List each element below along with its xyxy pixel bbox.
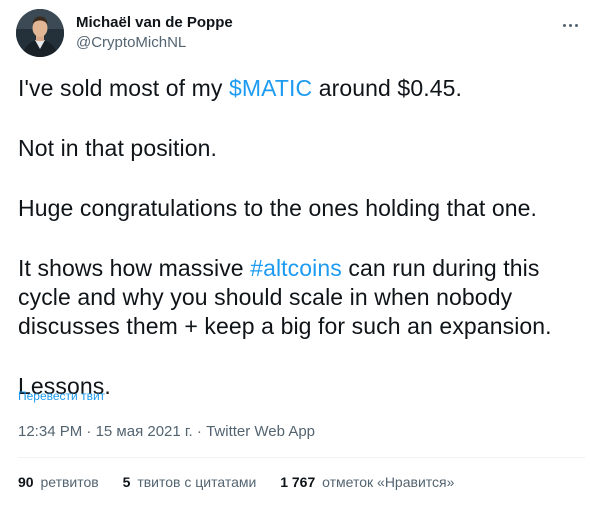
tweet-paragraph-1: I've sold most of my $MATIC around $0.45… bbox=[18, 74, 588, 103]
author-display-name[interactable]: Michaël van de Poppe bbox=[76, 13, 233, 33]
retweets-label: ретвитов bbox=[40, 474, 99, 490]
retweets-stat[interactable]: 90 ретвитов bbox=[18, 472, 99, 492]
tweet-text-segment: I've sold most of my bbox=[18, 75, 229, 101]
likes-stat[interactable]: 1 767 отметок «Нравится» bbox=[280, 472, 454, 492]
tweet-paragraph-3: Huge congratulations to the ones holding… bbox=[18, 195, 538, 221]
tweet-stats: 90 ретвитов 5 твитов с цитатами 1 767 от… bbox=[18, 472, 474, 492]
quotes-label: твитов с цитатами bbox=[137, 474, 257, 490]
tweet-meta: 12:34 PM · 15 мая 2021 г. · Twitter Web … bbox=[18, 422, 315, 442]
meta-separator: · bbox=[82, 423, 96, 440]
tweet-text-segment: It shows how massive bbox=[18, 255, 251, 281]
likes-label: отметок «Нравится» bbox=[322, 474, 455, 490]
more-dot bbox=[574, 23, 578, 27]
divider-top bbox=[18, 457, 585, 458]
author-names: Michaël van de Poppe @CryptoMichNL bbox=[76, 13, 233, 53]
more-horizontal-icon[interactable] bbox=[555, 13, 585, 37]
author-handle[interactable]: @CryptoMichNL bbox=[76, 33, 233, 53]
tweet-time[interactable]: 12:34 PM bbox=[18, 423, 82, 440]
more-dot bbox=[562, 23, 566, 27]
tweet-paragraph-2: Not in that position. bbox=[18, 135, 217, 161]
tweet-paragraph-4: It shows how massive #altcoins can run d… bbox=[18, 254, 588, 341]
translate-tweet-link[interactable]: Перевести твит bbox=[18, 388, 105, 404]
cashtag-link[interactable]: $MATIC bbox=[229, 75, 312, 101]
hashtag-link[interactable]: #altcoins bbox=[250, 255, 342, 281]
avatar[interactable] bbox=[16, 9, 64, 57]
quotes-count: 5 bbox=[122, 474, 131, 490]
likes-count: 1 767 bbox=[280, 474, 316, 490]
more-dot bbox=[568, 23, 572, 27]
tweet: Michaël van de Poppe @CryptoMichNL I've … bbox=[0, 0, 601, 510]
tweet-header: Michaël van de Poppe @CryptoMichNL bbox=[16, 9, 585, 57]
avatar-image bbox=[16, 9, 64, 57]
retweets-count: 90 bbox=[18, 474, 34, 490]
tweet-source[interactable]: Twitter Web App bbox=[206, 423, 315, 440]
tweet-date[interactable]: 15 мая 2021 г. bbox=[96, 423, 193, 440]
meta-separator: · bbox=[192, 423, 207, 440]
tweet-text-segment: around $0.45. bbox=[312, 75, 462, 101]
tweet-text: I've sold most of my $MATIC around $0.45… bbox=[18, 74, 588, 401]
quotes-stat[interactable]: 5 твитов с цитатами bbox=[123, 472, 257, 492]
